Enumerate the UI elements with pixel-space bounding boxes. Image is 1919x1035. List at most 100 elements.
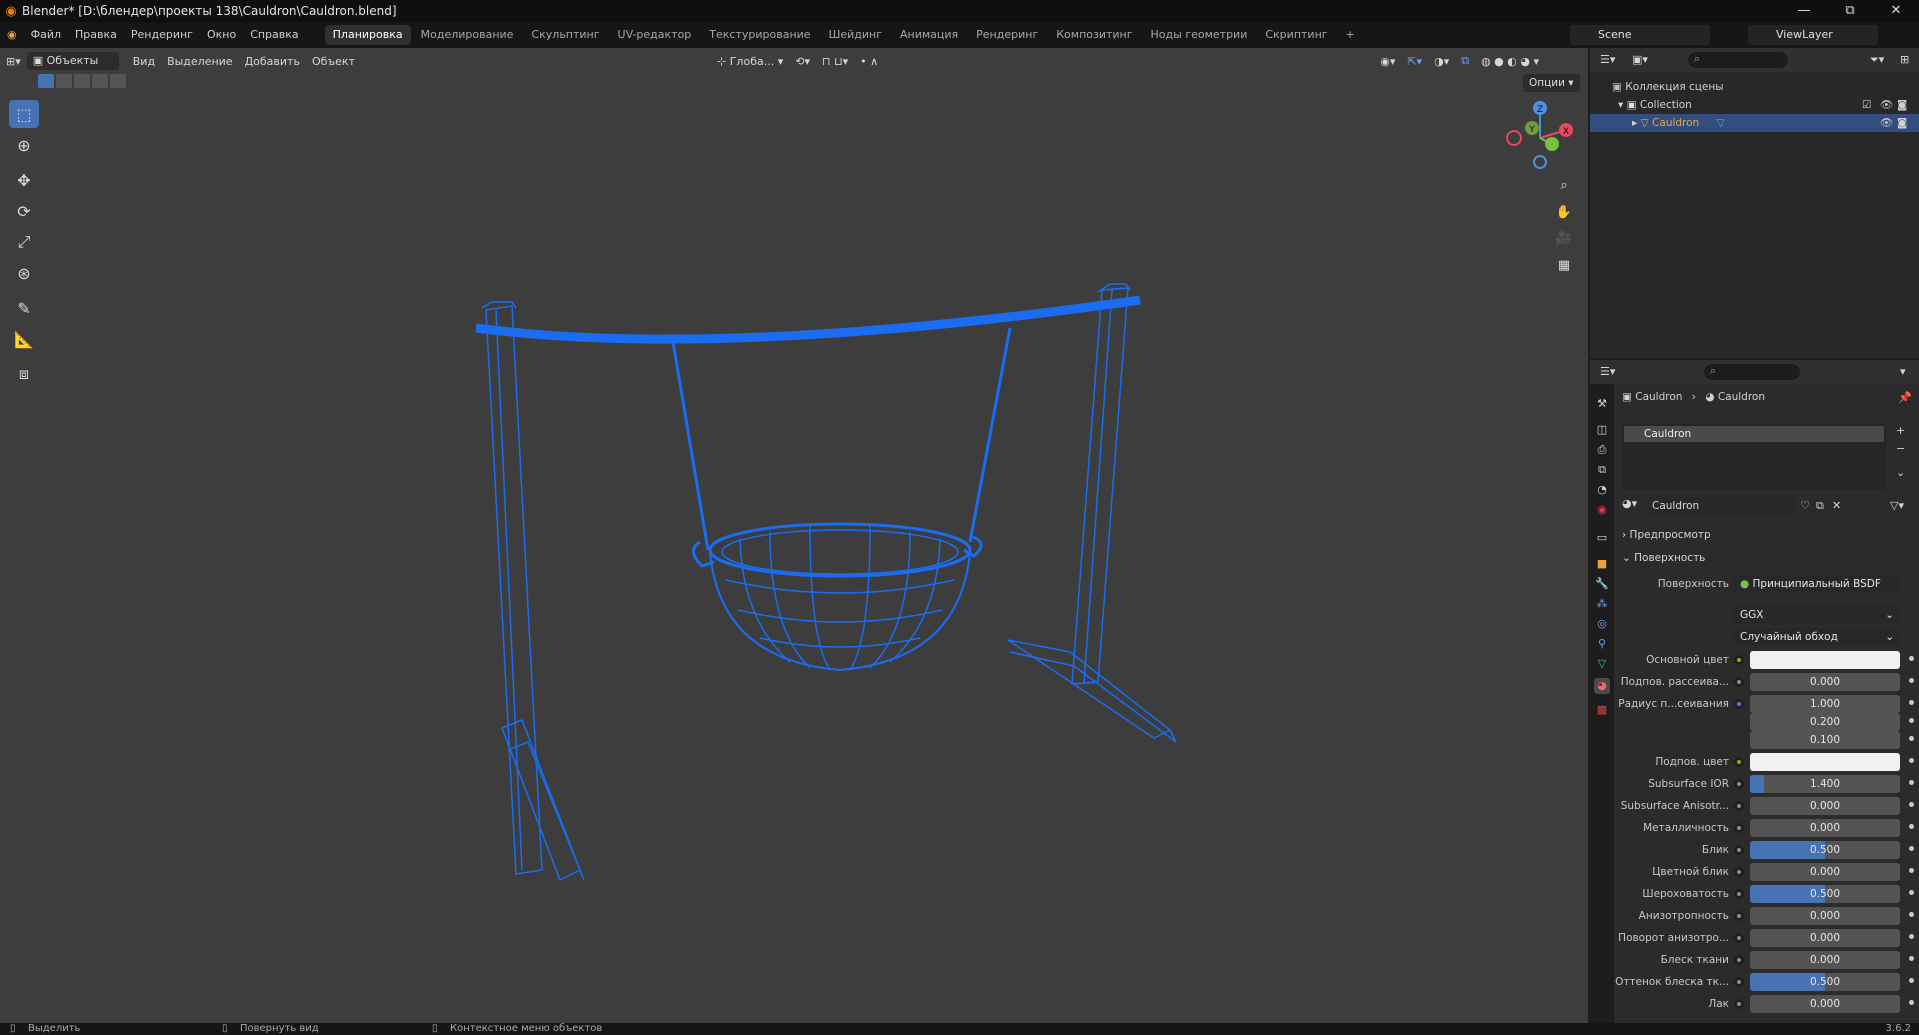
proportional-edit-icon[interactable]: • ∧ — [854, 55, 884, 68]
properties-search[interactable]: ⌕ — [1704, 364, 1800, 380]
fake-user-icon[interactable]: ♡ — [1800, 499, 1810, 512]
xray-icon[interactable]: ⧉ — [1455, 54, 1475, 68]
material-browse-icon[interactable]: ◕▾ — [1622, 497, 1637, 510]
pivot-icon[interactable]: ⟲▾ — [789, 55, 816, 68]
close-button[interactable]: ✕ — [1873, 0, 1919, 22]
select-intersect-icon[interactable] — [110, 74, 126, 88]
scene-selector[interactable]: Scene — [1570, 25, 1710, 45]
blender-menu-icon[interactable]: ◉ — [0, 22, 24, 48]
eye-icon[interactable]: 👁 — [1880, 96, 1893, 114]
tab-animation[interactable]: Анимация — [892, 25, 966, 45]
keyframe-dot-icon[interactable] — [1909, 934, 1914, 939]
camera-icon[interactable]: ◙ — [1897, 114, 1907, 132]
number-field[interactable]: 1.400 — [1750, 775, 1900, 793]
outliner-row-cauldron[interactable]: ▸ ▽ Cauldron ▽ 👁 ◙ — [1590, 114, 1919, 132]
visibility-icon[interactable]: ◉▾ — [1374, 55, 1401, 68]
number-field[interactable]: 0.000 — [1750, 819, 1900, 837]
number-field[interactable]: 0.000 — [1750, 863, 1900, 881]
duplicate-material-icon[interactable]: ⧉ — [1816, 499, 1824, 513]
unlink-material-icon[interactable]: ✕ — [1832, 499, 1841, 512]
number-field[interactable]: 0.000 — [1750, 673, 1900, 691]
keyframe-dot-icon[interactable] — [1909, 824, 1914, 829]
measure-tool[interactable]: 📐 — [9, 325, 39, 353]
view-layer-selector[interactable]: ViewLayer — [1748, 25, 1878, 45]
collapse-icon[interactable]: ▾ — [1900, 365, 1906, 378]
filter-icon[interactable]: ⏷▾ — [1870, 53, 1884, 67]
menu-add[interactable]: Добавить — [239, 55, 306, 68]
keyframe-dot-icon[interactable] — [1909, 678, 1914, 683]
tab-modeling[interactable]: Моделирование — [413, 25, 522, 45]
cursor-tool[interactable]: ⊕ — [9, 131, 39, 159]
material-name-field[interactable]: Cauldron — [1648, 497, 1796, 515]
tab-texture-paint[interactable]: Текстурирование — [701, 25, 818, 45]
modifier-tab-icon[interactable]: 🔧 — [1594, 576, 1610, 592]
gizmo-y-axis-neg[interactable] — [1545, 137, 1559, 151]
transform-orientation[interactable]: ⊹ Глоба... ▾ — [711, 55, 789, 68]
keyframe-dot-icon[interactable] — [1909, 780, 1914, 785]
keyframe-dot-icon[interactable] — [1909, 868, 1914, 873]
remove-slot-icon[interactable]: − — [1896, 442, 1905, 455]
particles-tab-icon[interactable]: ⁂ — [1594, 596, 1610, 612]
gizmo-x-neg[interactable] — [1506, 130, 1522, 146]
keyframe-dot-icon[interactable] — [1909, 912, 1914, 917]
socket-dot-icon[interactable] — [1734, 845, 1744, 855]
view-layer-tab-icon[interactable]: ⧉ — [1594, 462, 1610, 478]
select-box-tool[interactable]: ⬚ — [9, 100, 39, 128]
tab-compositing[interactable]: Композитинг — [1048, 25, 1140, 45]
subsurface-method-dropdown[interactable]: Случайный обход ⌄ — [1734, 628, 1900, 646]
editor-type-icon[interactable]: ⊞▾ — [0, 55, 27, 68]
pan-hand-icon[interactable]: ✋ — [1552, 200, 1576, 224]
socket-dot-icon[interactable] — [1734, 699, 1744, 709]
checkbox-icon[interactable]: ☑ — [1862, 96, 1871, 114]
gizmo-z-neg[interactable] — [1533, 155, 1547, 169]
keyframe-dot-icon[interactable] — [1909, 718, 1914, 723]
outliner-editor-icon[interactable]: ☰▾ — [1600, 53, 1615, 66]
eye-icon[interactable]: 👁 — [1880, 114, 1893, 132]
gizmo-toggle-icon[interactable]: ⇱▾ — [1401, 55, 1428, 68]
data-tab-icon[interactable]: ▽ — [1594, 656, 1610, 672]
tab-uv-editing[interactable]: UV-редактор — [610, 25, 700, 45]
pin-icon[interactable]: 📌 — [1898, 391, 1912, 404]
socket-dot-icon[interactable] — [1734, 655, 1744, 665]
number-field[interactable]: 0.500 — [1750, 973, 1900, 991]
socket-dot-icon[interactable] — [1734, 933, 1744, 943]
render-tab-icon[interactable]: ◫ — [1594, 422, 1610, 438]
select-subtract-icon[interactable] — [74, 74, 90, 88]
menu-view[interactable]: Вид — [127, 55, 161, 68]
collection-tab-icon[interactable]: ▭ — [1594, 530, 1610, 546]
move-tool[interactable]: ✥ — [9, 166, 39, 194]
scene-tab-icon[interactable]: ◔ — [1594, 482, 1610, 498]
mesh-data-icon[interactable]: ▽ — [1717, 117, 1725, 129]
panel-surface[interactable]: ⌄ Поверхность — [1622, 549, 1912, 567]
expand-object-icon[interactable]: ▸ — [1632, 117, 1637, 129]
constraints-tab-icon[interactable]: ⚲ — [1594, 636, 1610, 652]
panel-preview[interactable]: › Предпросмотр — [1622, 526, 1912, 544]
new-collection-icon[interactable]: ⊞ — [1900, 53, 1909, 66]
number-field[interactable]: 0.000 — [1750, 797, 1900, 815]
menu-window[interactable]: Окно — [200, 22, 243, 48]
menu-edit[interactable]: Правка — [68, 22, 124, 48]
transform-tool[interactable]: ⊛ — [9, 259, 39, 287]
mode-selector[interactable]: ▣ Объекты — [26, 52, 119, 70]
select-invert-icon[interactable] — [92, 74, 108, 88]
add-slot-icon[interactable]: + — [1896, 424, 1905, 437]
socket-dot-icon[interactable] — [1734, 977, 1744, 987]
select-new-icon[interactable] — [38, 74, 54, 88]
socket-dot-icon[interactable] — [1734, 955, 1744, 965]
tab-shading[interactable]: Шейдинг — [821, 25, 890, 45]
number-field[interactable]: 0.500 — [1750, 885, 1900, 903]
outliner-search[interactable]: ⌕ — [1688, 52, 1788, 68]
keyframe-dot-icon[interactable] — [1909, 1000, 1914, 1005]
display-mode-icon[interactable]: ▣▾ — [1632, 53, 1648, 66]
number-field[interactable]: 0.000 — [1750, 929, 1900, 947]
socket-dot-icon[interactable] — [1734, 911, 1744, 921]
annotate-tool[interactable]: ✎ — [9, 294, 39, 322]
snap-icon[interactable]: ⊓ ⊔▾ — [816, 55, 854, 68]
tab-rendering[interactable]: Рендеринг — [968, 25, 1046, 45]
keyframe-dot-icon[interactable] — [1909, 802, 1914, 807]
tab-scripting[interactable]: Скриптинг — [1257, 25, 1335, 45]
socket-dot-icon[interactable] — [1734, 801, 1744, 811]
options-button[interactable]: Опции ▾ — [1523, 74, 1580, 92]
keyframe-dot-icon[interactable] — [1909, 890, 1914, 895]
zoom-icon[interactable]: ⌕ — [1552, 173, 1576, 197]
